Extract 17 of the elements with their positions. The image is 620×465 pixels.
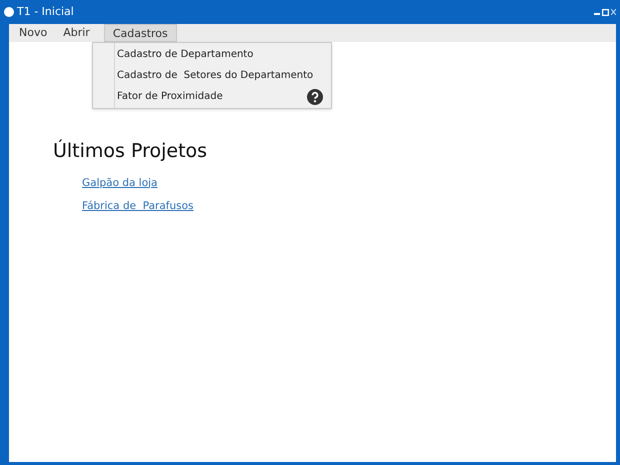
maximize-icon[interactable] — [602, 8, 609, 16]
menu-item[interactable]: Novo — [11, 24, 56, 42]
menu-item[interactable]: Abrir — [55, 24, 98, 42]
close-icon[interactable] — [611, 9, 616, 15]
project-link[interactable]: Galpão da loja — [82, 176, 158, 192]
project-link[interactable]: Fábrica de Parafusos — [82, 199, 194, 215]
section-heading: Últimos Projetos — [53, 138, 208, 164]
dropdown-item[interactable]: Fator de Proximidade — [117, 86, 323, 107]
dropdown-item-label: Fator de Proximidade — [117, 90, 223, 104]
help-icon[interactable] — [307, 88, 323, 104]
menu-item[interactable]: Cadastros — [104, 24, 177, 42]
app-icon — [4, 7, 14, 17]
dropdown-item-label: Cadastro de Setores do Departamento — [117, 69, 314, 83]
dropdown-item[interactable]: Cadastro de Setores do Departamento — [117, 65, 323, 86]
dropdown-item-label: Cadastro de Departamento — [117, 48, 254, 62]
window-title: T1 - Inicial — [17, 4, 74, 20]
dropdown-item[interactable]: Cadastro de Departamento — [117, 44, 323, 65]
